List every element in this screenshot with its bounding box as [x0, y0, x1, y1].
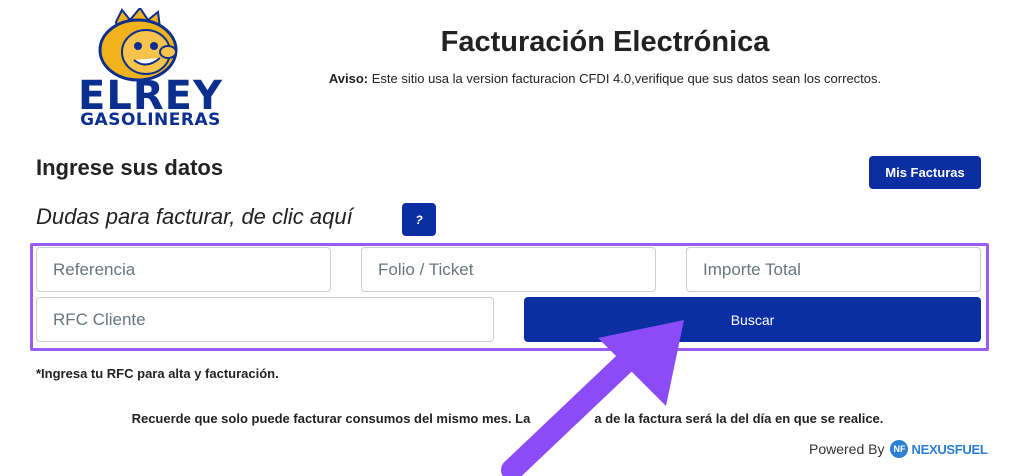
- section-heading: Ingrese sus datos: [36, 155, 224, 180]
- nexusfuel-icon: NF: [890, 440, 909, 458]
- aviso-label: Aviso:: [328, 71, 369, 86]
- mis-facturas-button[interactable]: Mis Facturas: [869, 156, 981, 189]
- nexusfuel-wordmark: NEXUSFUEL: [911, 441, 988, 457]
- aviso-text: Este sitio usa la version facturacion CF…: [368, 71, 882, 86]
- page-title: Facturación Electrónica: [440, 26, 770, 58]
- folio-placeholder: Folio / Ticket: [378, 259, 474, 279]
- annotation-arrow-icon: [501, 320, 684, 476]
- rfc-cliente-input[interactable]: RFC Cliente: [36, 297, 494, 342]
- powered-by: Powered By NF NEXUSFUEL: [809, 440, 988, 458]
- logo-subtitle: GASOLINERAS: [80, 110, 221, 130]
- powered-by-label: Powered By: [809, 441, 885, 457]
- referencia-placeholder: Referencia: [53, 259, 136, 279]
- importe-placeholder: Importe Total: [703, 259, 801, 279]
- referencia-input[interactable]: Referencia: [36, 247, 331, 292]
- aviso-notice: Aviso: Este sitio usa la version factura…: [280, 71, 930, 87]
- folio-ticket-input[interactable]: Folio / Ticket: [361, 247, 656, 292]
- dudas-link-text: Dudas para facturar, de clic aquí: [36, 204, 353, 229]
- rfc-note: *Ingresa tu RFC para alta y facturación.: [36, 366, 279, 381]
- nexusfuel-logo: NF NEXUSFUEL: [890, 440, 988, 458]
- recuerde-text-start: Recuerde que solo puede facturar consumo…: [131, 411, 531, 426]
- importe-total-input[interactable]: Importe Total: [686, 247, 981, 292]
- rfc-placeholder: RFC Cliente: [53, 309, 146, 329]
- help-button[interactable]: ?: [402, 203, 436, 236]
